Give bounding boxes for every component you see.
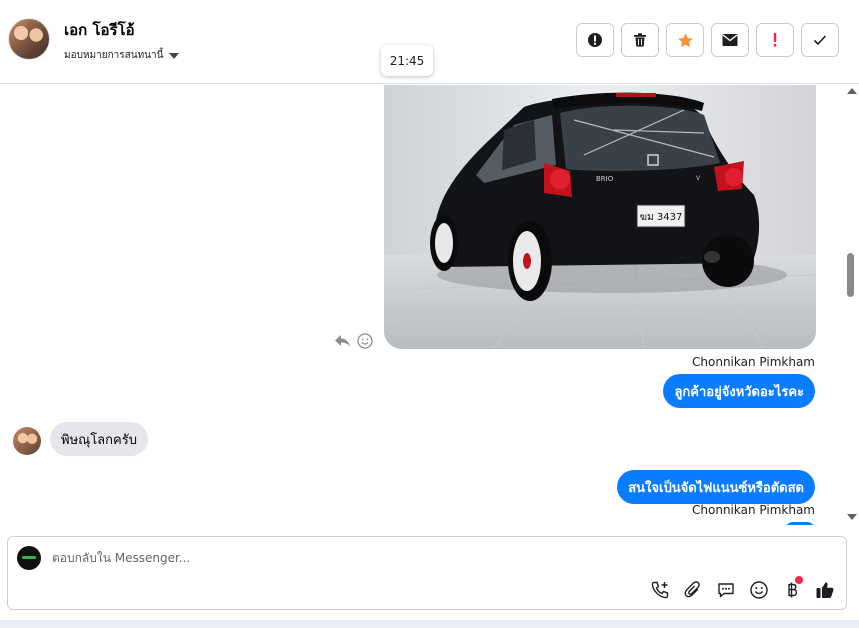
react-emoji-icon[interactable] bbox=[357, 333, 373, 349]
contact-avatar-small bbox=[13, 427, 41, 455]
message-scrollbar[interactable] bbox=[843, 85, 859, 525]
call-button[interactable] bbox=[649, 579, 671, 601]
timestamp-tooltip: 21:45 bbox=[381, 45, 433, 76]
scroll-thumb[interactable] bbox=[847, 253, 854, 297]
message-list: ฆม 3437 BRIO V Chonnikan Pimkham ลูกค้าอ… bbox=[0, 85, 859, 525]
phone-plus-icon bbox=[651, 581, 669, 599]
car-image: ฆม 3437 BRIO V bbox=[384, 85, 816, 349]
important-icon bbox=[773, 33, 777, 47]
paperclip-icon bbox=[684, 581, 700, 598]
star-button[interactable] bbox=[666, 23, 704, 57]
thumbs-up-icon bbox=[816, 582, 834, 598]
assign-label: มอบหมายการสนทนานี้ bbox=[64, 50, 164, 61]
mark-unread-button[interactable] bbox=[711, 23, 749, 57]
reply-composer bbox=[7, 536, 847, 610]
inbox-conversation: เอก โอรีโอ้ มอบหมายการสนทนานี้ 21:45 ฆม … bbox=[0, 0, 859, 628]
caret-down-icon bbox=[169, 52, 180, 59]
attach-button[interactable] bbox=[682, 579, 704, 601]
notification-dot bbox=[795, 576, 803, 584]
svg-text:BRIO: BRIO bbox=[596, 175, 614, 183]
important-button[interactable] bbox=[756, 23, 794, 57]
outgoing-message[interactable]: ลูกค้าอยู่จังหวัดอะไรคะ bbox=[663, 374, 815, 408]
scroll-down-icon[interactable] bbox=[847, 514, 857, 520]
bottom-strip bbox=[0, 620, 859, 628]
partial-message-bubble bbox=[785, 522, 815, 525]
plate-text: ฆม 3437 bbox=[640, 212, 683, 223]
report-spam-icon bbox=[588, 33, 602, 47]
mark-done-button[interactable] bbox=[801, 23, 839, 57]
payment-button[interactable] bbox=[781, 576, 803, 601]
like-button[interactable] bbox=[814, 579, 836, 601]
scroll-up-icon[interactable] bbox=[847, 88, 857, 94]
emoji-button[interactable] bbox=[748, 579, 770, 601]
delete-button[interactable] bbox=[621, 23, 659, 57]
incoming-message[interactable]: พิษณุโลกครับ bbox=[50, 422, 148, 456]
sender-name: Chonnikan Pimkham bbox=[692, 503, 815, 517]
emoji-icon bbox=[750, 581, 768, 599]
outgoing-message[interactable]: สนใจเป็นจัดไฟแนนซ์หรือตัดสด bbox=[617, 470, 815, 504]
mail-icon bbox=[722, 34, 738, 46]
trash-icon bbox=[634, 33, 646, 47]
contact-name[interactable]: เอก โอรีโอ้ bbox=[64, 18, 135, 42]
car-photo-attachment[interactable]: ฆม 3437 BRIO V bbox=[384, 85, 816, 349]
message-actions bbox=[334, 333, 373, 349]
page-avatar bbox=[17, 546, 41, 570]
saved-replies-button[interactable] bbox=[715, 579, 737, 601]
composer-tools bbox=[649, 576, 836, 601]
reply-icon[interactable] bbox=[334, 333, 351, 348]
mark-spam-button[interactable] bbox=[576, 23, 614, 57]
check-icon bbox=[813, 35, 827, 46]
saved-reply-icon bbox=[718, 583, 734, 598]
assign-conversation-dropdown[interactable]: มอบหมายการสนทนานี้ bbox=[64, 48, 180, 63]
star-icon bbox=[677, 32, 693, 47]
reply-input[interactable] bbox=[52, 551, 652, 565]
header-actions bbox=[576, 23, 839, 57]
sender-name: Chonnikan Pimkham bbox=[692, 355, 815, 369]
contact-avatar[interactable] bbox=[8, 18, 50, 60]
